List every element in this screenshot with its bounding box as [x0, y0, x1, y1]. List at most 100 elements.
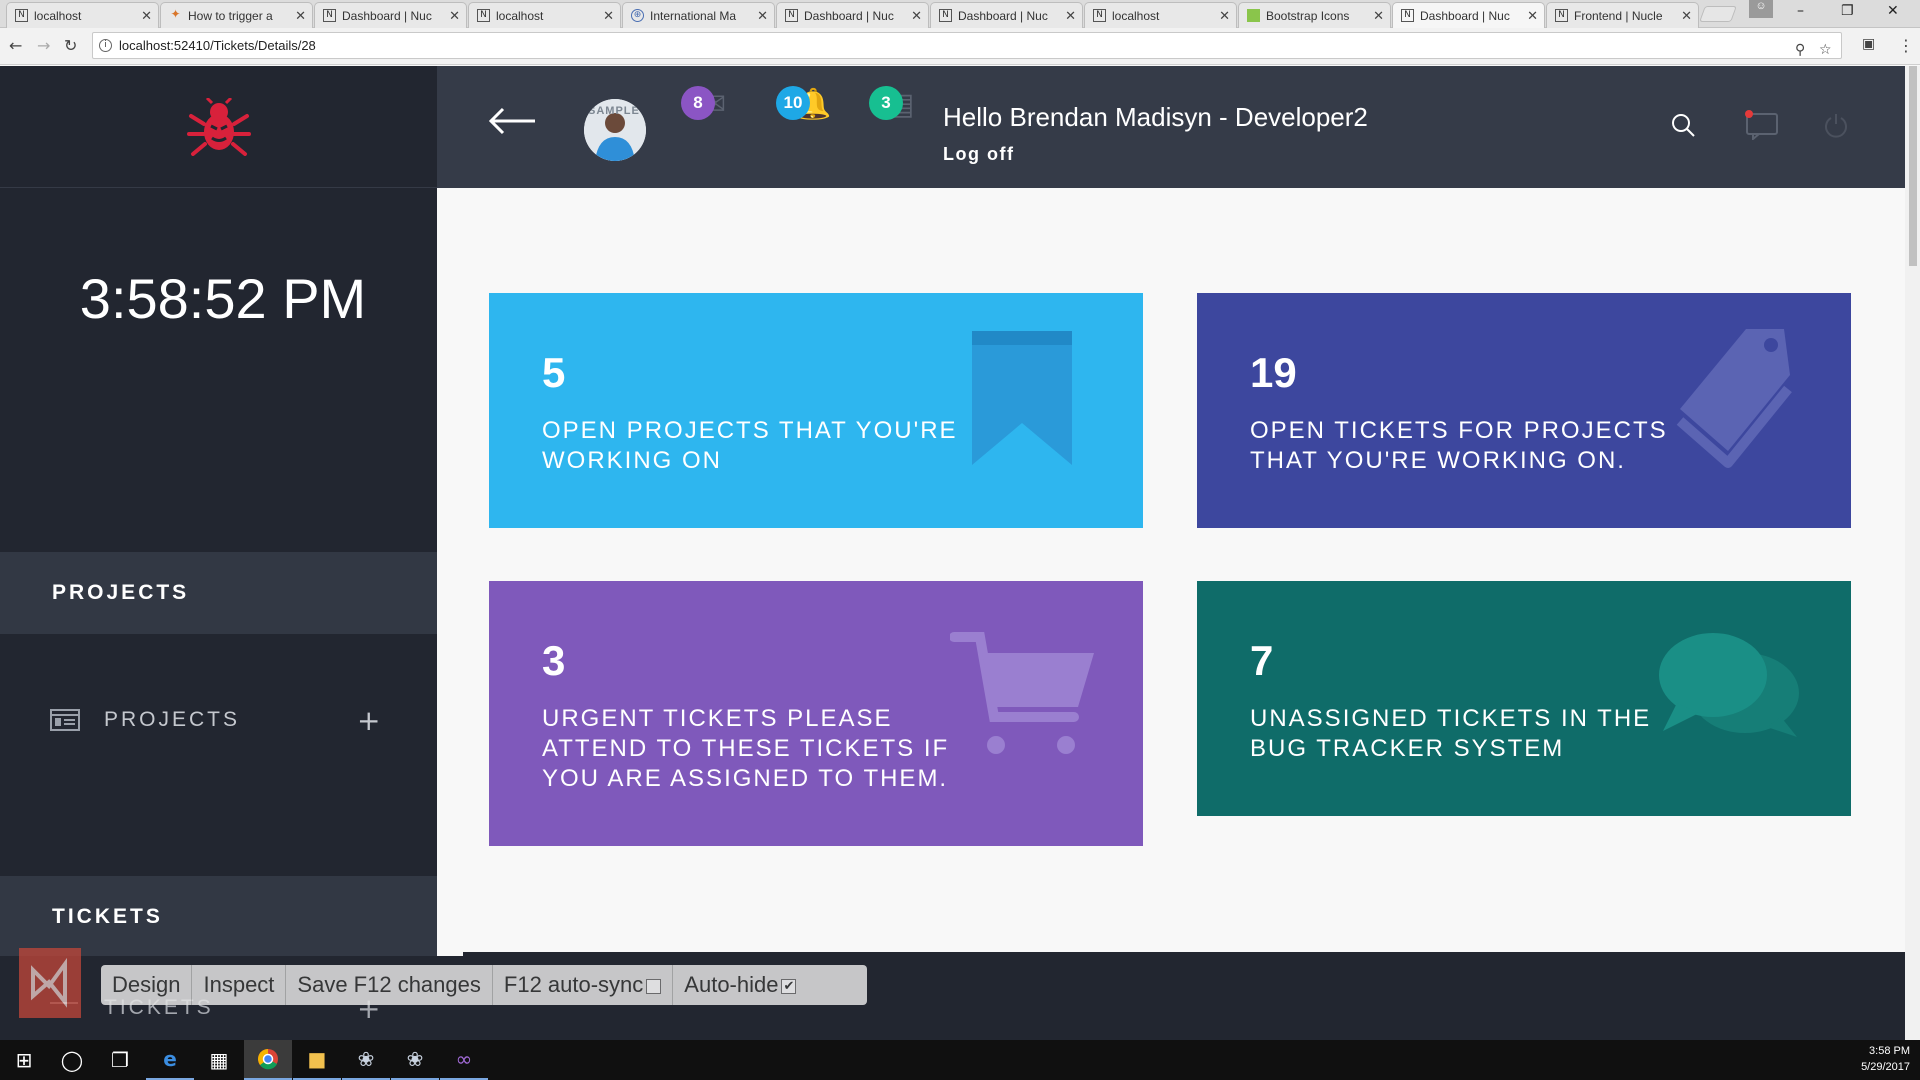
tab-close-icon[interactable]: ✕ — [1065, 8, 1076, 24]
system-clock[interactable]: 3:58 PM 5/29/2017 — [1861, 1043, 1910, 1075]
tab-favicon-icon: ✦ — [170, 7, 181, 21]
power-icon[interactable] — [1823, 112, 1849, 138]
tab-close-icon[interactable]: ✕ — [603, 8, 614, 24]
browser-tab[interactable]: Bootstrap Icons ✕ — [1238, 2, 1391, 28]
reload-icon[interactable]: ↻ — [64, 36, 77, 55]
list-icon — [50, 709, 80, 731]
sidebar-item-label: PROJECTS — [104, 708, 241, 731]
unassigned-tickets-card[interactable]: 7 Unassigned tickets in the bug tracker … — [1197, 581, 1851, 816]
tab-title: localhost — [34, 8, 82, 23]
tasks-badge[interactable]: 3 — [869, 86, 903, 120]
browser-tab[interactable]: N Frontend | Nucle ✕ — [1546, 2, 1699, 28]
address-bar[interactable]: i localhost:52410/Tickets/Details/28 ⚲ ☆ — [92, 32, 1842, 59]
tab-close-icon[interactable]: ✕ — [141, 8, 152, 24]
chat-icon — [1659, 633, 1799, 737]
tab-favicon-icon: N — [15, 9, 28, 22]
tab-favicon-icon: N — [477, 9, 490, 22]
tab-favicon-icon — [1247, 9, 1260, 22]
store-icon[interactable]: ▦ — [195, 1040, 243, 1080]
search-icon[interactable] — [1670, 112, 1696, 138]
browser-tab[interactable]: N Dashboard | Nuc ✕ — [314, 2, 467, 28]
add-project-button[interactable]: + — [357, 704, 383, 737]
top-bar: SAMPLE ✉ 🔔 ▤ 8 10 3 Hello Brendan Madisy… — [437, 66, 1905, 188]
save-f12-button[interactable]: Save F12 changes — [286, 965, 493, 1005]
browser-tab[interactable]: Nlocalhost ✕ — [468, 2, 621, 28]
chat-bubble-icon[interactable] — [1745, 110, 1779, 140]
tab-close-icon[interactable]: ✕ — [1219, 8, 1230, 24]
f12-autosync-toggle[interactable]: F12 auto-sync — [493, 965, 674, 1005]
open-tickets-card[interactable]: 19 Open Tickets for projects that you're… — [1197, 293, 1851, 528]
page-scrollbar[interactable] — [1905, 66, 1920, 1040]
new-tab-button[interactable] — [1699, 6, 1737, 22]
tab-title: Bootstrap Icons — [1266, 8, 1350, 23]
projects-section-header: PROJECTS — [0, 552, 437, 634]
cortana-icon[interactable]: ◯ — [48, 1040, 96, 1080]
restore-icon[interactable]: ❐ — [1841, 3, 1854, 19]
tab-close-icon[interactable]: ✕ — [1527, 8, 1538, 24]
autosync-label: F12 auto-sync — [503, 972, 644, 997]
tab-favicon-icon: N — [1555, 9, 1568, 22]
messages-badge[interactable]: 8 — [681, 86, 715, 120]
urgent-tickets-card[interactable]: 3 Urgent tickets please attend to these … — [489, 581, 1143, 846]
inspect-button[interactable]: Inspect — [192, 965, 287, 1005]
notifications-badge[interactable]: 10 — [776, 86, 810, 120]
design-button[interactable]: Design — [101, 965, 193, 1005]
bookmark-star-icon[interactable]: ☆ — [1819, 38, 1832, 63]
browser-tab[interactable]: N Dashboard | Nuc ✕ — [1392, 2, 1545, 28]
tab-title: Dashboard | Nuc — [342, 8, 432, 23]
browser-tab[interactable]: ✦ How to trigger a ✕ — [160, 2, 313, 28]
tab-close-icon[interactable]: ✕ — [449, 8, 460, 24]
card-label: Urgent tickets please attend to these ti… — [542, 705, 950, 792]
close-window-icon[interactable]: ✕ — [1887, 3, 1899, 19]
tab-favicon-icon: N — [785, 9, 798, 22]
card-count: 3 — [542, 637, 566, 684]
logo[interactable] — [0, 66, 437, 188]
autosync-checkbox[interactable] — [646, 978, 662, 994]
browser-tab[interactable]: Nlocalhost ✕ — [6, 2, 159, 28]
zoom-icon[interactable]: ⚲ — [1795, 38, 1805, 63]
back-icon[interactable]: ← — [9, 36, 22, 55]
sidebar-item-projects[interactable]: PROJECTS + — [0, 690, 437, 750]
back-arrow-icon[interactable] — [487, 106, 537, 136]
tab-close-icon[interactable]: ✕ — [1373, 8, 1384, 24]
tab-title: localhost — [496, 8, 544, 23]
browser-tab[interactable]: ⊕ International Ma ✕ — [622, 2, 775, 28]
autohide-checkbox[interactable]: ✔ — [781, 978, 797, 994]
tab-close-icon[interactable]: ✕ — [911, 8, 922, 24]
cart-icon — [950, 632, 1094, 754]
browser-tab[interactable]: Nlocalhost ✕ — [1084, 2, 1237, 28]
avatar-watermark: SAMPLE — [588, 105, 640, 117]
greeting: Hello Brendan Madisyn - Developer2 — [943, 102, 1368, 132]
task-view-icon[interactable]: ❐ — [96, 1040, 144, 1080]
extension-icon[interactable]: ▣ — [1862, 36, 1875, 52]
profile-icon[interactable]: ☺ — [1749, 0, 1773, 18]
avatar[interactable]: SAMPLE — [584, 99, 646, 161]
edge-icon[interactable]: e — [146, 1040, 194, 1080]
minimize-icon[interactable]: – — [1797, 3, 1804, 19]
tab-close-icon[interactable]: ✕ — [295, 8, 306, 24]
tab-close-icon[interactable]: ✕ — [1681, 8, 1692, 24]
bug-logo-icon — [186, 97, 251, 156]
card-label: Open Projects that you're working on — [542, 417, 958, 474]
tab-title: Frontend | Nucle — [1574, 8, 1663, 23]
autohide-toggle[interactable]: Auto-hide ✔ — [673, 965, 807, 1005]
file-explorer-icon[interactable]: ■ — [293, 1040, 341, 1080]
browser-tab[interactable]: N Dashboard | Nuc ✕ — [776, 2, 929, 28]
card-count: 19 — [1250, 349, 1297, 396]
info-icon[interactable]: i — [99, 39, 112, 52]
open-projects-card[interactable]: 5 Open Projects that you're working on — [489, 293, 1143, 528]
forward-icon[interactable]: → — [37, 36, 50, 55]
logoff-link[interactable]: Log off — [943, 144, 1014, 165]
app-icon[interactable]: ❀ — [391, 1040, 439, 1080]
sidebar: 3:58:52 PM PROJECTS PROJECTS + TICKETS — [0, 66, 437, 1040]
windows-start-icon[interactable]: ⊞ — [0, 1040, 48, 1080]
scrollbar-thumb[interactable] — [1909, 66, 1917, 266]
chrome-icon[interactable] — [244, 1040, 292, 1080]
tab-close-icon[interactable]: ✕ — [757, 8, 768, 24]
browser-tab[interactable]: N Dashboard | Nuc ✕ — [930, 2, 1083, 28]
card-count: 5 — [542, 349, 566, 396]
tab-title: Dashboard | Nuc — [1420, 8, 1510, 23]
menu-icon[interactable]: ⋮ — [1898, 36, 1914, 55]
visual-studio-icon[interactable]: ∞ — [440, 1040, 488, 1080]
app-icon[interactable]: ❀ — [342, 1040, 390, 1080]
